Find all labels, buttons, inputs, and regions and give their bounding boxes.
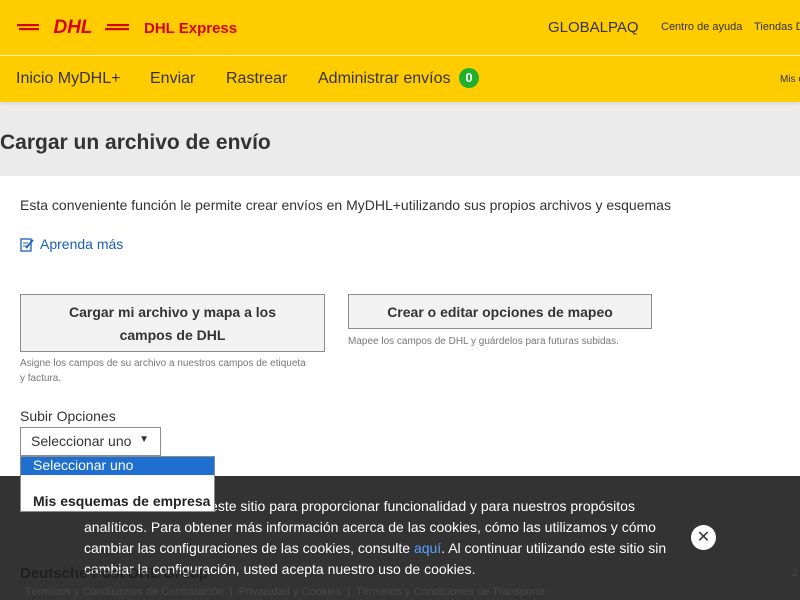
nav-track[interactable]: Rastrear (226, 70, 287, 88)
mapping-hint: Mapee los campos de DHL y guárdelos para… (348, 336, 619, 347)
stores-link[interactable]: Tiendas D (754, 21, 800, 33)
cookie-policy-link[interactable]: aquí (414, 540, 441, 556)
learn-more-link[interactable]: Aprenda más (20, 236, 123, 252)
page-title: Cargar un archivo de envío (0, 131, 271, 154)
nav-home[interactable]: Inicio MyDHL+ (16, 70, 120, 88)
logo-text: DHL (53, 17, 92, 36)
nav-my-account[interactable]: Mis c (780, 74, 800, 85)
close-icon[interactable]: ✕ (691, 525, 716, 550)
footer-link-contract-terms[interactable]: Términos y Condiciones de Contratación (25, 586, 224, 598)
help-center-link[interactable]: Centro de ayuda (661, 21, 742, 33)
shipments-count-badge: 0 (459, 68, 479, 88)
footer-links: Términos y Condiciones de Contratación | P… (25, 586, 546, 598)
edit-note-icon (20, 237, 34, 252)
nav-ship[interactable]: Enviar (150, 70, 195, 88)
upload-file-button[interactable]: Cargar mi archivo y mapa a los campos de… (20, 294, 325, 352)
main-nav: Inicio MyDHL+ Enviar Rastrear Administra… (0, 55, 800, 102)
nav-manage-shipments[interactable]: Administrar envíos (318, 70, 451, 88)
select-value: Seleccionar uno (31, 433, 132, 449)
footer-copyright: 2 (792, 567, 799, 579)
brand-name: DHL Express (144, 20, 238, 37)
upload-hint: Asigne los campos de su archivo a nuestr… (20, 358, 306, 384)
top-header: DHL DHL Express GLOBALPAQ Centro de ayud… (0, 0, 800, 55)
upload-options-dropdown: Seleccionar uno Mis esquemas de empresa (20, 456, 215, 512)
dhl-logo[interactable]: DHL (17, 17, 129, 36)
caret-down-icon: ▼ (139, 434, 149, 445)
footer-link-transport-terms[interactable]: Términos y Condiciones de Transporte (356, 586, 545, 598)
dropdown-option-company-schemes[interactable]: Mis esquemas de empresa (21, 493, 214, 511)
mapping-options-button[interactable]: Crear o editar opciones de mapeo (348, 294, 652, 329)
footer-link-privacy[interactable]: Privacidad y Cookies (239, 586, 342, 598)
learn-more-label: Aprenda más (40, 236, 124, 252)
account-name[interactable]: GLOBALPAQ (548, 19, 639, 36)
footer-brand: Deutsche Post DHL Group (20, 565, 209, 582)
intro-text: Esta conveniente función le permite crea… (20, 197, 671, 213)
upload-panel: Esta conveniente función le permite crea… (0, 176, 800, 476)
dropdown-option-select-one[interactable]: Seleccionar uno (21, 457, 214, 475)
upload-options-label: Subir Opciones (20, 408, 116, 424)
upload-options-select[interactable]: Seleccionar uno ▼ (20, 427, 161, 456)
